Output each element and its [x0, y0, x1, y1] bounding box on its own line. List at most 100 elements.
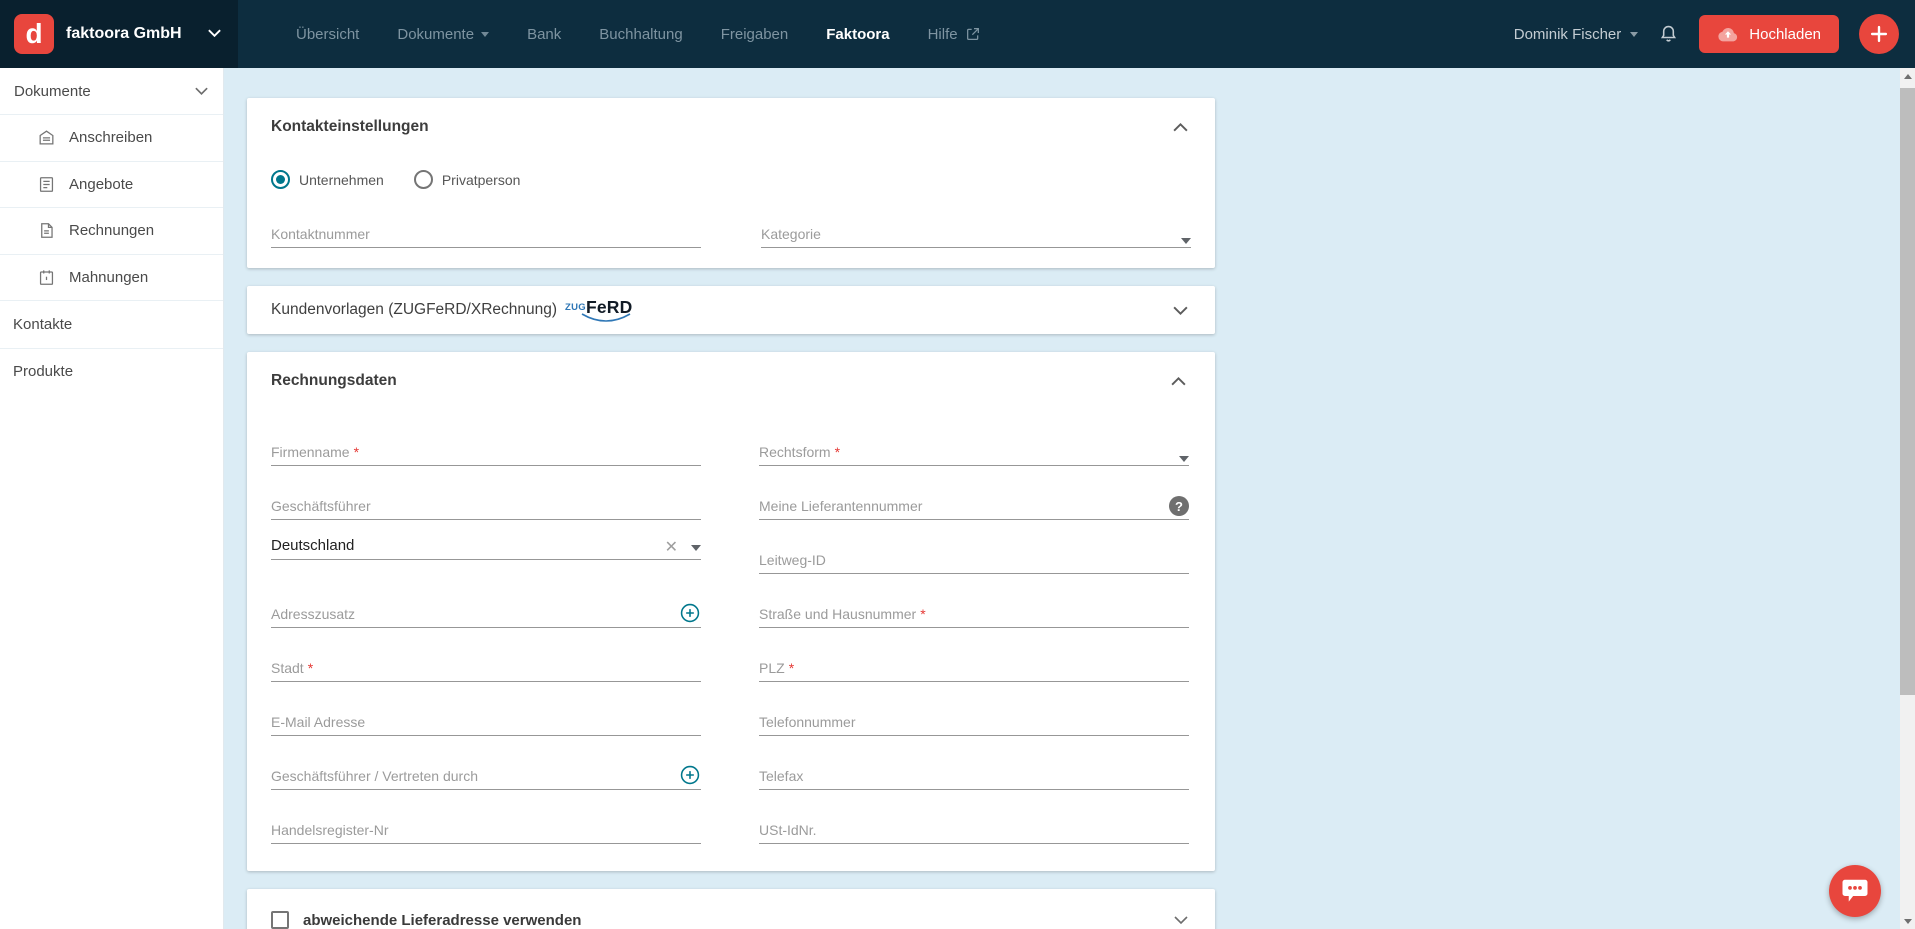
field-straße-und-hausnummer[interactable]: Straße und Hausnummer*: [759, 602, 1189, 628]
chevron-down-icon: [481, 32, 489, 37]
card-kundenvorlagen: Kundenvorlagen (ZUGFeRD/XRechnung) ZUGFe…: [247, 286, 1215, 334]
scrollbar-thumb[interactable]: [1900, 88, 1915, 695]
clear-icon[interactable]: ✕: [665, 540, 678, 556]
upload-button[interactable]: Hochladen: [1699, 15, 1839, 53]
field-label: Geschäftsführer / Vertreten durch: [271, 768, 478, 784]
sidebar-item-label: Kontakte: [13, 316, 72, 333]
field-label: Stadt*: [271, 660, 313, 676]
sidebar-item-label: Anschreiben: [69, 129, 152, 146]
sidebar: Dokumente Anschreiben AngeboteRechnungen M…: [0, 68, 224, 929]
scroll-down-arrow[interactable]: [1900, 913, 1915, 929]
main-content: Kontakteinstellungen Unternehmen Privatpe…: [225, 68, 1900, 929]
field-label: Telefax: [759, 768, 803, 784]
field-telefax[interactable]: Telefax: [759, 764, 1189, 790]
radio-icon: [414, 170, 433, 189]
sidebar-item-label: Mahnungen: [69, 269, 148, 286]
field-leitweg-id[interactable]: Leitweg-ID: [759, 548, 1189, 574]
field-firmenname[interactable]: Firmenname*: [271, 440, 701, 466]
field-handelsregister-nr[interactable]: Handelsregister-Nr: [271, 818, 701, 844]
card-title: Kontakteinstellungen: [271, 118, 429, 136]
sidebar-item-rechnungen[interactable]: Rechnungen: [0, 208, 223, 255]
card-title: abweichende Lieferadresse verwenden: [303, 912, 581, 929]
sidebar-section-dokumente[interactable]: Dokumente: [0, 68, 223, 115]
page-scrollbar[interactable]: [1900, 68, 1915, 929]
field-e-mail-adresse[interactable]: E-Mail Adresse: [271, 710, 701, 736]
nav-item-bank[interactable]: Bank: [527, 26, 561, 43]
sidebar-item-anschreiben[interactable]: Anschreiben: [0, 115, 223, 162]
field-label: Geschäftsführer: [271, 498, 371, 514]
nav-item-übersicht[interactable]: Übersicht: [296, 26, 359, 43]
field-stadt[interactable]: Stadt*: [271, 656, 701, 682]
zugferd-arc: [580, 312, 632, 324]
field-label: Adresszusatz: [271, 606, 355, 622]
collapse-button[interactable]: [1170, 120, 1191, 135]
collapse-button[interactable]: [1168, 374, 1189, 389]
company-switcher[interactable]: d faktoora GmbH: [0, 0, 238, 68]
expand-button[interactable]: [1170, 303, 1191, 318]
add-new-button[interactable]: [1859, 14, 1899, 54]
field-geschäftsführer[interactable]: Geschäftsführer: [271, 494, 701, 520]
expand-button[interactable]: [1171, 913, 1191, 927]
nav-item-buchhaltung[interactable]: Buchhaltung: [599, 26, 682, 43]
notifications-bell-icon[interactable]: [1658, 23, 1679, 45]
required-asterisk: *: [789, 660, 794, 676]
field-geschäftsführer-vertreten-durch[interactable]: Geschäftsführer / Vertreten durch: [271, 764, 701, 790]
field-label: Kategorie: [761, 226, 821, 242]
card-rechnungsdaten: Rechnungsdaten Firmenname* Geschäftsführe…: [247, 352, 1215, 871]
nav-item-freigaben[interactable]: Freigaben: [721, 26, 789, 43]
card-title: Kundenvorlagen (ZUGFeRD/XRechnung): [271, 301, 557, 319]
nav-item-dokumente[interactable]: Dokumente: [397, 26, 489, 43]
nav-item-label: Buchhaltung: [599, 26, 682, 43]
radio-unternehmen[interactable]: Unternehmen: [271, 170, 384, 189]
letter-icon: [37, 128, 56, 147]
field-label: USt-IdNr.: [759, 822, 817, 838]
scroll-up-arrow[interactable]: [1900, 68, 1915, 84]
dropdown-caret-icon[interactable]: [1179, 456, 1189, 462]
offer-icon: [37, 175, 56, 194]
dropdown-caret-icon[interactable]: [1181, 238, 1191, 244]
help-icon[interactable]: ?: [1169, 496, 1189, 516]
field-plz[interactable]: PLZ*: [759, 656, 1189, 682]
sidebar-item-mahnungen[interactable]: Mahnungen: [0, 255, 223, 302]
sidebar-item-label: Produkte: [13, 363, 73, 380]
chevron-down-icon: [1172, 305, 1189, 316]
field-label: Rechtsform*: [759, 444, 840, 460]
delivery-address-checkbox[interactable]: [271, 911, 289, 929]
external-link-icon: [965, 26, 981, 42]
sidebar-items: Anschreiben AngeboteRechnungen Mahnungen: [0, 115, 223, 301]
field-ust-idnr[interactable]: USt-IdNr.: [759, 818, 1189, 844]
chat-bubble-icon: [1840, 877, 1870, 905]
field-adresszusatz[interactable]: Adresszusatz: [271, 602, 701, 628]
field-rechtsform[interactable]: Rechtsform*: [759, 440, 1189, 466]
plus-icon: [1868, 23, 1890, 45]
nav-item-faktoora[interactable]: Faktoora: [826, 26, 889, 43]
sidebar-item-kontakte[interactable]: Kontakte: [0, 301, 223, 348]
add-entry-icon[interactable]: [679, 602, 701, 624]
add-entry-icon[interactable]: [679, 764, 701, 786]
sidebar-item-produkte[interactable]: Produkte: [0, 349, 223, 396]
company-name: faktoora GmbH: [66, 25, 182, 43]
card-title: Rechnungsdaten: [271, 372, 397, 390]
radio-icon: [271, 170, 290, 189]
field-value: Deutschland: [271, 537, 354, 554]
sidebar-item-angebote[interactable]: Angebote: [0, 162, 223, 209]
chat-support-button[interactable]: [1829, 865, 1881, 917]
nav-item-label: Dokumente: [397, 26, 474, 43]
reminder-icon: [37, 268, 56, 287]
radio-privatperson[interactable]: Privatperson: [414, 170, 521, 189]
invoice-icon: [37, 221, 56, 240]
nav-item-hilfe[interactable]: Hilfe: [928, 26, 981, 43]
field-telefonnummer[interactable]: Telefonnummer: [759, 710, 1189, 736]
user-menu[interactable]: Dominik Fischer: [1514, 26, 1639, 43]
user-name: Dominik Fischer: [1514, 26, 1622, 43]
field-kontaktnummer[interactable]: Kontaktnummer: [271, 222, 701, 248]
dropdown-caret-icon[interactable]: [691, 545, 701, 551]
field-kategorie[interactable]: Kategorie: [761, 222, 1191, 248]
nav-item-label: Freigaben: [721, 26, 789, 43]
radio-label: Unternehmen: [299, 172, 384, 188]
field-label: Meine Lieferantennummer: [759, 498, 922, 514]
field-deutschland[interactable]: Deutschland ✕: [271, 534, 701, 560]
field-meine-lieferantennummer[interactable]: Meine Lieferantennummer?: [759, 494, 1189, 520]
required-asterisk: *: [308, 660, 313, 676]
sidebar-section-label: Dokumente: [14, 83, 91, 100]
